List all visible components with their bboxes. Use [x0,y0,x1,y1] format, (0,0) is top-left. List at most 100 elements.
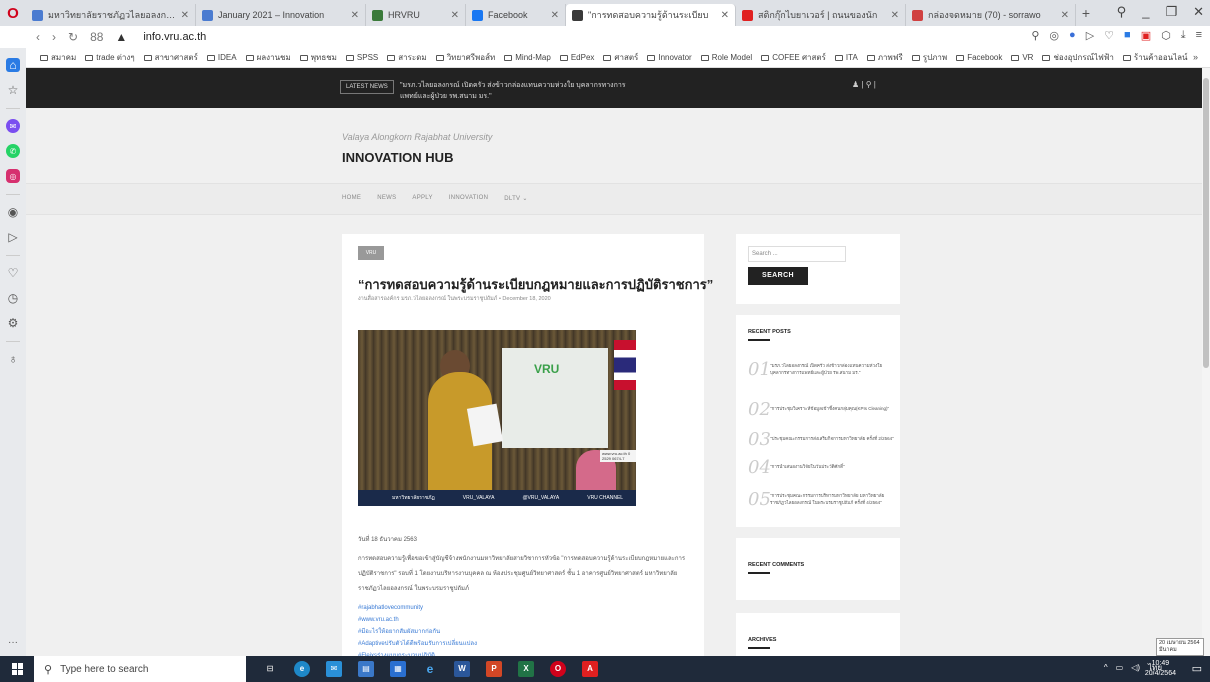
tab-close-icon[interactable]: ✕ [351,10,359,21]
volume-icon[interactable]: ◁) [1131,663,1140,672]
ie-icon[interactable]: e [422,661,438,677]
tab-close-icon[interactable]: ✕ [551,10,559,21]
tab-close-icon[interactable]: ✕ [181,10,189,21]
windows-start-icon[interactable] [12,663,24,675]
lightbulb-icon[interactable]: ♁ [6,352,20,366]
task-view-icon[interactable]: ⊟ [262,661,278,677]
recent-post-item[interactable]: 01 "มรภ.วไลยอลงกรณ์ เปิดครัว ส่งข้าวกล่อง… [748,359,894,380]
back-icon[interactable]: ‹ [36,30,40,44]
bookmark-item[interactable]: ร้านค้าออนไลน์ [1122,51,1187,64]
recent-post-item[interactable]: 04 "การนำเสนองานวิจัยในวันประวัติศักดิ์" [748,457,894,478]
bookmark-item[interactable]: Innovator [647,51,692,64]
browser-tab[interactable]: January 2021 – Innovation ✕ [196,4,366,26]
recent-post-item[interactable]: 05 "การประชุมคณะกรรมการบริหารมหาวิทยาลัย … [748,489,894,510]
reload-icon[interactable]: ↻ [68,30,78,44]
snapshot-icon[interactable]: ◎ [1049,29,1059,42]
tab-close-icon[interactable]: ✕ [451,10,459,21]
bookmark-item[interactable]: รูปภาพ [911,51,947,64]
whatsapp-icon[interactable]: ✆ [6,144,20,158]
page-scrollbar[interactable] [1202,68,1210,656]
category-badge[interactable]: VRU [358,246,384,260]
photos-icon[interactable]: ▦ [390,661,406,677]
recent-post-item[interactable]: 03 "ประชุมคณะกรรมการส่งเสริมกิจการมหาวิทย… [748,429,894,450]
forward-icon[interactable]: › [52,30,56,44]
menu-item[interactable]: NEWS [377,195,396,202]
shield-icon[interactable]: ● [1069,29,1076,42]
excel-icon[interactable]: X [518,661,534,677]
bookmark-item[interactable]: VR [1011,51,1033,64]
bookmark-item[interactable]: Role Model [700,51,752,64]
instagram-icon[interactable]: ◎ [6,169,20,183]
store-icon[interactable]: ▤ [358,661,374,677]
bookmark-item[interactable]: ช่องอุปกรณ์ไฟฟ้า [1042,51,1114,64]
word-icon[interactable]: W [454,661,470,677]
notification-icon[interactable]: ▭ [1192,662,1202,675]
bookmark-item[interactable]: SPSS [345,51,378,64]
latest-news-ticker[interactable]: "มรภ.วไลยอลงกรณ์ เปิดครัว ส่งข้าวกล่องแท… [400,80,640,102]
browser-tab[interactable]: กล่องจดหมาย (70) - sorrawo ✕ [906,4,1076,26]
bookmark-item[interactable]: สาระดม [387,51,427,64]
browser-tab[interactable]: Facebook ✕ [466,4,566,26]
browser-tab[interactable]: HRVRU ✕ [366,4,466,26]
download-icon[interactable]: ⤓ [1181,29,1186,42]
menu-item[interactable]: INNOVATION [449,195,488,202]
edge-icon[interactable]: e [294,661,310,677]
hashtag-link[interactable]: #Adaptiveปรับตัวได้ดีพร้อมรับการเปลี่ยนแ… [358,638,477,650]
player-icon[interactable]: ◉ [6,205,20,219]
network-icon[interactable]: ▭ [1116,663,1124,672]
warning-icon[interactable]: ▲ [115,30,127,44]
bookmark-item[interactable]: EdPex [559,51,594,64]
new-tab-button[interactable]: + [1076,5,1096,21]
menu-item[interactable]: DLTV ⌄ [504,195,527,202]
close-window-icon[interactable]: ✕ [1193,4,1204,20]
messenger-icon[interactable]: ✉ [6,119,20,133]
browser-tab[interactable]: สติกกุ๊กไบยาเวอร์ | ถนนของนัก ✕ [736,4,906,26]
browser-tab[interactable]: "การทดสอบความรู้ด้านระเบียบ ✕ [566,4,736,26]
opera-menu-icon[interactable]: O [0,0,26,26]
bookmark-item[interactable]: COFEE ศาสตร์ [761,51,826,64]
search-icon[interactable]: ⚲ [866,80,872,89]
bookmark-item[interactable]: วิทยาศรีพอส์ท [435,51,495,64]
taskbar-clock[interactable]: 10:49 20/4/2564 [1145,659,1176,679]
scrollbar-thumb[interactable] [1203,78,1209,368]
extension-icon[interactable]: ■ [1124,29,1131,42]
bookmark-item[interactable]: พุทธชม [299,51,337,64]
tab-close-icon[interactable]: ✕ [1061,10,1069,21]
bookmark-item[interactable]: ผลงานชม [245,51,291,64]
restore-icon[interactable]: ❐ [1165,4,1177,20]
search-input[interactable]: Search ... [748,246,846,262]
recent-post-item[interactable]: 02 "การประชุมวิเคราะห์ข้อมูลเข้าชิ้งคนกลุ… [748,399,894,420]
bookmark-item[interactable]: IDEA [206,51,237,64]
bookmark-item[interactable]: ศาสตร์ [603,51,638,64]
tab-close-icon[interactable]: ✕ [721,10,729,21]
taskbar-search[interactable]: ⚲ Type here to search [34,656,246,682]
more-icon[interactable]: ··· [8,637,18,648]
tray-expand-icon[interactable]: ^ [1104,663,1108,672]
speed-dial-icon[interactable]: 88 [90,30,103,44]
bookmark-item[interactable]: Facebook [956,51,1002,64]
flow-icon[interactable]: ▷ [6,230,20,244]
bookmark-item[interactable]: Mind-Map [504,51,551,64]
search-button[interactable]: SEARCH [748,267,808,285]
mail-icon[interactable]: ✉ [326,661,342,677]
opera-icon[interactable]: O [550,661,566,677]
star-icon[interactable]: ☆ [6,83,20,97]
hashtag-link[interactable]: #www.vru.ac.th [358,614,477,626]
search-icon[interactable]: ⚲ [1117,4,1127,20]
browser-tab[interactable]: มหาวิทยาลัยราชภัฏวไลยอลงกรณ์ ✕ [26,4,196,26]
heart-icon[interactable]: ♡ [1104,29,1114,42]
acrobat-icon[interactable]: A [582,661,598,677]
bookmarks-more-button[interactable]: » [1193,52,1198,62]
flow-icon[interactable]: ▷ [1086,29,1094,42]
menu-icon[interactable]: ≡ [1196,29,1202,42]
user-icon[interactable]: ♟ [852,80,859,89]
bookmark-item[interactable]: ภาพฟรี [866,51,903,64]
hashtag-link[interactable]: #rajabhatlovecommunity [358,602,477,614]
menu-item[interactable]: HOME [342,195,361,202]
history-icon[interactable]: ◷ [6,291,20,305]
powerpoint-icon[interactable]: P [486,661,502,677]
search-page-icon[interactable]: ⚲ [1031,29,1039,42]
bookmark-item[interactable]: trade ต่างๆ [85,51,135,64]
site-title[interactable]: INNOVATION HUB [342,150,453,165]
bookmark-item[interactable]: ITA [834,51,858,64]
